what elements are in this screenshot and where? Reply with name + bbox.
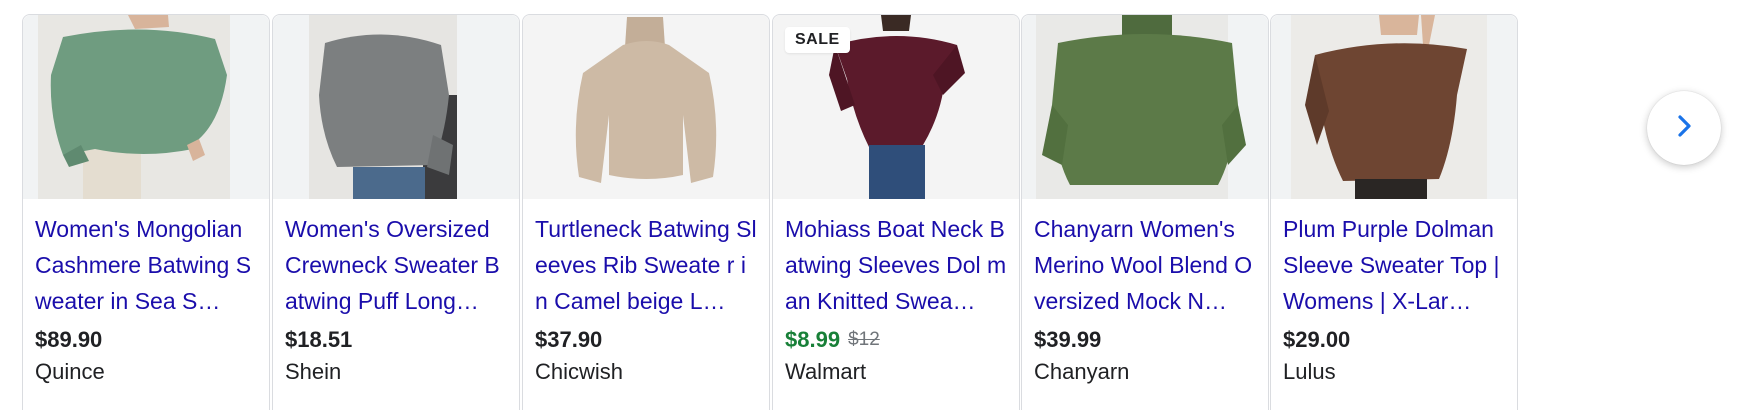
product-price: $37.90 [535,327,603,352]
product-image[interactable] [273,15,519,199]
product-card[interactable]: Chanyarn Women's Merino Wool Blend Overs… [1021,14,1269,410]
product-card[interactable]: Women's Mongolian Cashmere Batwing Sweat… [22,14,270,410]
carousel-next-button[interactable] [1647,91,1721,165]
merchant-name: Chanyarn [1034,359,1130,384]
product-title[interactable]: Plum Purple Dolman Sleeve Sweater Top | … [1283,211,1505,319]
product-card[interactable]: Turtleneck Batwing Sleeves Rib Sweate r … [522,14,770,410]
merchant-name: Shein [285,359,342,384]
product-price: $29.00 [1283,327,1351,352]
product-title[interactable]: Women's Oversized Crewneck Sweater Batwi… [285,211,507,319]
product-title[interactable]: Mohiass Boat Neck Batwing Sleeves Dol ma… [785,211,1007,319]
product-card[interactable]: Women's Oversized Crewneck Sweater Batwi… [272,14,520,410]
price-row: $37.90 [535,323,757,357]
product-card[interactable]: SALE Mohiass Boat Neck Batwing Sleeves D… [772,14,1020,410]
merchant-name: Quince [35,359,105,384]
product-image[interactable]: SALE [773,15,1019,199]
product-image[interactable] [23,15,269,199]
product-image[interactable] [1271,15,1517,199]
sale-badge: SALE [785,27,850,53]
product-sale-price: $8.99 [785,327,841,352]
price-row: $29.00 [1283,323,1505,357]
product-title[interactable]: Chanyarn Women's Merino Wool Blend Overs… [1034,211,1256,319]
merchant-name: Walmart [785,359,867,384]
product-price: $18.51 [285,327,353,352]
product-original-price: $12 [848,329,880,350]
product-carousel: Women's Mongolian Cashmere Batwing Sweat… [0,0,1746,410]
product-image[interactable] [523,15,769,199]
product-card[interactable]: Plum Purple Dolman Sleeve Sweater Top | … [1270,14,1518,410]
price-row: $18.51 [285,323,507,357]
merchant-name: Lulus [1283,359,1336,384]
product-title[interactable]: Women's Mongolian Cashmere Batwing Sweat… [35,211,257,319]
price-row: $89.90 [35,323,257,357]
product-title[interactable]: Turtleneck Batwing Sleeves Rib Sweate r … [535,211,757,319]
price-row: $8.99 $12 [785,323,1007,357]
merchant-name: Chicwish [535,359,624,384]
price-row: $39.99 [1034,323,1256,357]
product-price: $39.99 [1034,327,1102,352]
chevron-right-icon [1670,112,1698,145]
product-image[interactable] [1022,15,1268,199]
product-price: $89.90 [35,327,103,352]
